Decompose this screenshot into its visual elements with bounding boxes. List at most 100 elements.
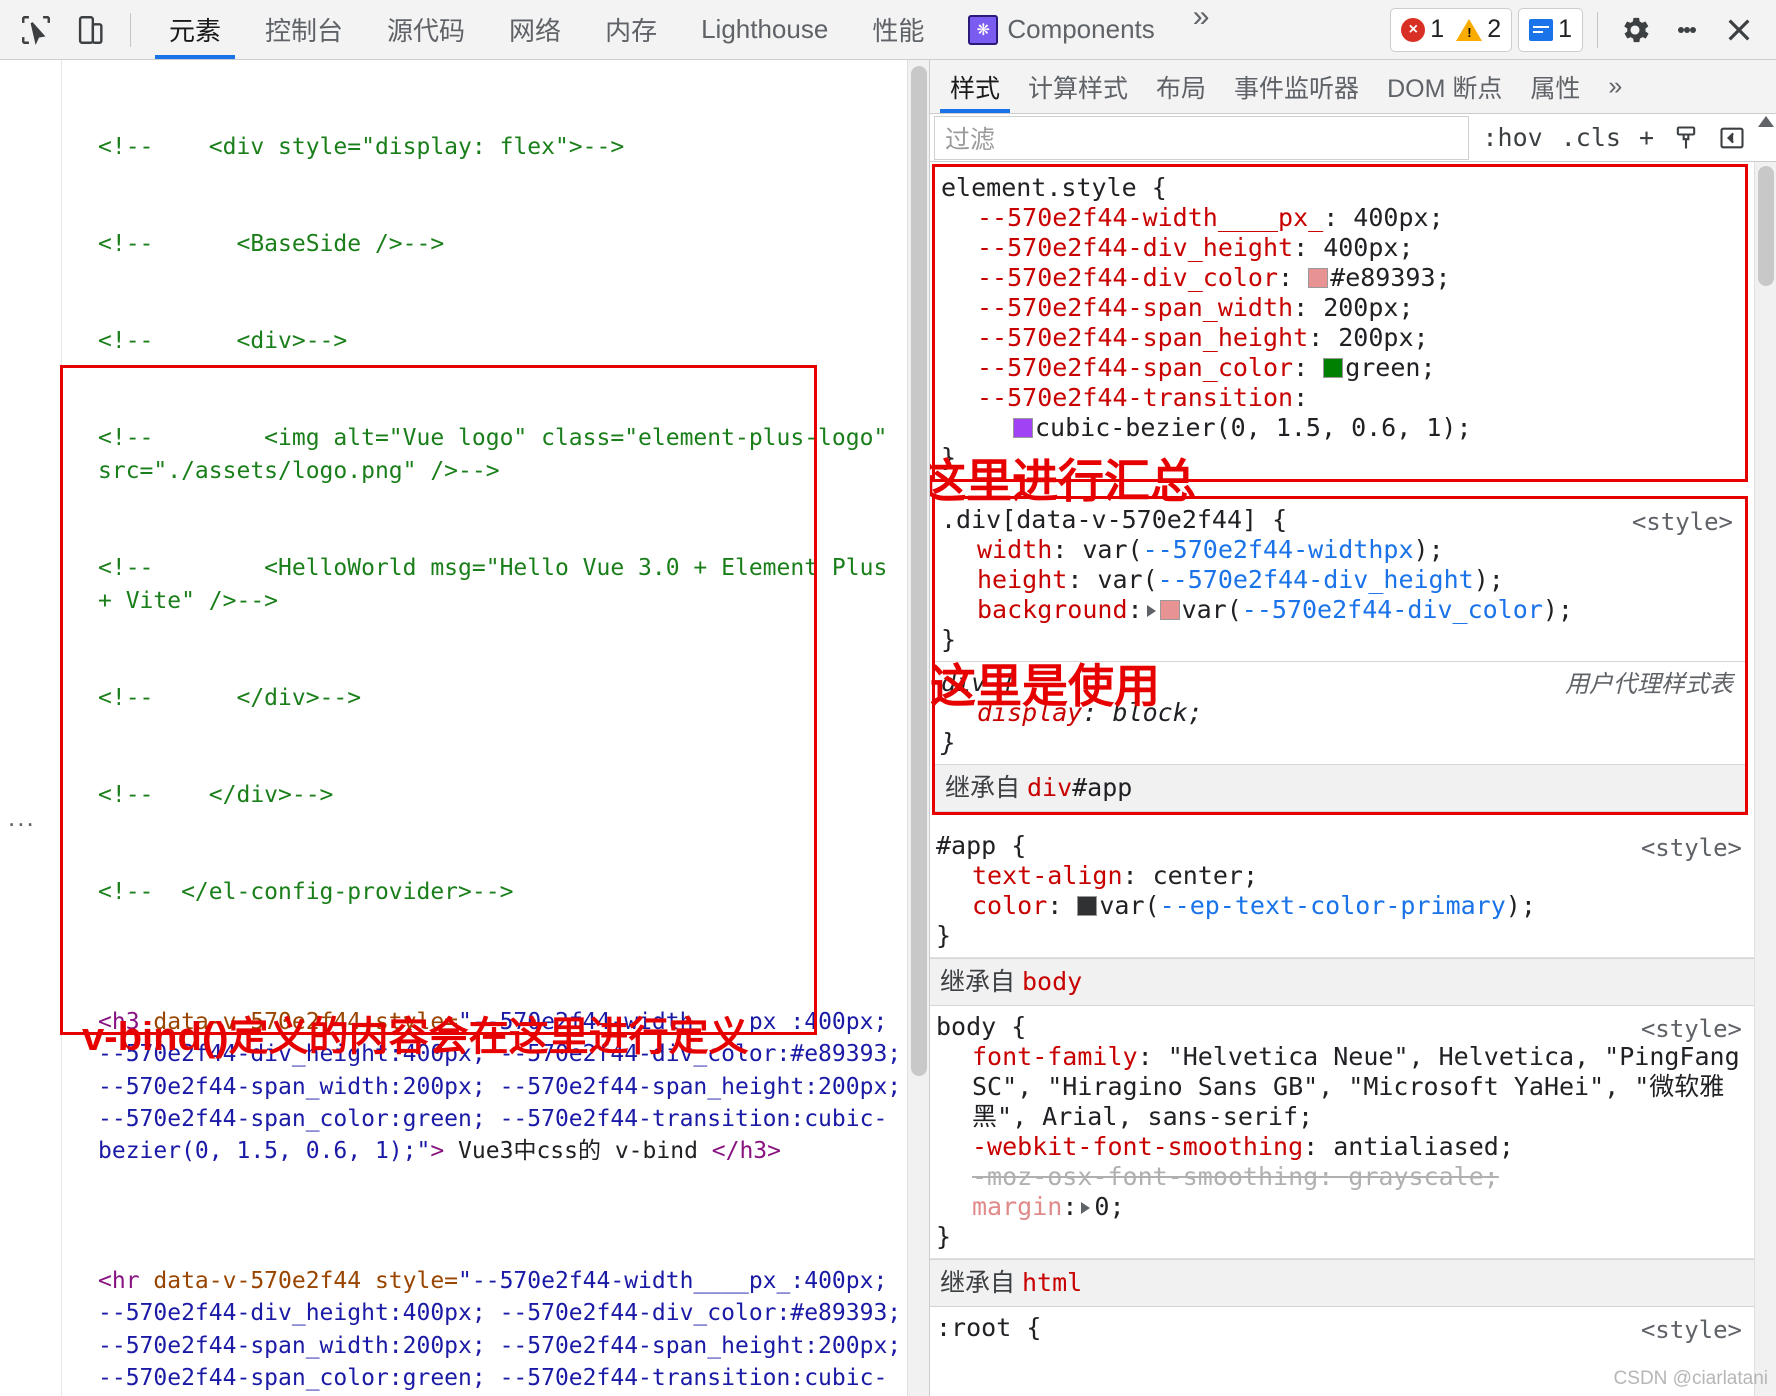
color-swatch[interactable] xyxy=(1308,268,1328,288)
css-rule-body[interactable]: <style> body { font-family: "Helvetica N… xyxy=(930,1006,1754,1259)
message-counter[interactable]: 1 xyxy=(1518,8,1583,52)
tab-label: 内存 xyxy=(605,11,657,48)
expand-arrow-icon[interactable] xyxy=(1081,1202,1090,1214)
dom-line-hr[interactable]: <hr data-v-570e2f44 style="--570e2f44-wi… xyxy=(62,1265,907,1396)
expand-arrow-icon[interactable] xyxy=(1147,605,1156,617)
dom-line[interactable]: <!-- <HelloWorld msg="Hello Vue 3.0 + El… xyxy=(62,552,907,617)
dom-gutter-ellipsis[interactable]: ... xyxy=(8,802,36,833)
styles-scrollbar-thumb[interactable] xyxy=(1758,166,1774,286)
css-declaration[interactable]: font-family: "Helvetica Neue", Helvetica… xyxy=(936,1042,1754,1132)
css-declaration[interactable]: --570e2f44-span_height: 200px; xyxy=(941,323,1745,353)
styles-more-tabs-icon[interactable]: » xyxy=(1594,60,1636,113)
scroll-up-arrow-icon[interactable] xyxy=(1758,116,1774,127)
devtools-main-split: <!-- <div style="display: flex">--> <!--… xyxy=(0,60,1776,1396)
hov-toggle[interactable]: :hov xyxy=(1479,123,1547,152)
tab-performance[interactable]: 性能 xyxy=(850,0,946,59)
tab-components[interactable]: ❋ Components xyxy=(946,0,1176,59)
tab-elements[interactable]: 元素 xyxy=(147,0,243,59)
css-declaration[interactable]: --570e2f44-div_height: 400px; xyxy=(941,233,1745,263)
dom-line[interactable]: <!-- </div>--> xyxy=(62,779,907,811)
prop-value: grayscale xyxy=(1348,1162,1483,1191)
css-rule-div-ua[interactable]: 用户代理样式表 div { display: block; } xyxy=(935,662,1745,764)
css-rule-div-scoped[interactable]: <style> .div[data-v-570e2f44] { width: v… xyxy=(935,499,1745,662)
css-declaration[interactable]: text-align: center; xyxy=(936,861,1754,891)
tab-memory[interactable]: 内存 xyxy=(583,0,679,59)
css-declaration-disabled[interactable]: -moz-osx-font-smoothing: grayscale; xyxy=(936,1162,1754,1192)
close-icon[interactable] xyxy=(1716,7,1762,53)
paintbrush-icon[interactable] xyxy=(1668,120,1704,156)
css-declaration[interactable]: --570e2f44-transition: xyxy=(941,383,1745,413)
css-declaration[interactable]: --570e2f44-span_width: 200px; xyxy=(941,293,1745,323)
tab-styles[interactable]: 样式 xyxy=(936,60,1014,113)
tab-properties[interactable]: 属性 xyxy=(1516,60,1594,113)
inherited-target[interactable]: body xyxy=(1022,967,1082,996)
css-declaration[interactable]: width: var(var(--570e2f44-widthpx)--570e… xyxy=(941,535,1745,565)
css-declaration[interactable]: --570e2f44-width____px_: 400px; xyxy=(941,203,1745,233)
css-rules-list[interactable]: element.style { --570e2f44-width____px_:… xyxy=(930,162,1754,1396)
dom-scrollbar-thumb[interactable] xyxy=(911,66,927,1076)
color-swatch[interactable] xyxy=(1323,358,1343,378)
dom-line[interactable]: <!-- <BaseSide />--> xyxy=(62,228,907,260)
rule-selector[interactable]: element.style xyxy=(941,173,1137,202)
cls-toggle[interactable]: .cls xyxy=(1557,123,1625,152)
dom-line-h3[interactable]: <h3 data-v-570e2f44 style="--570e2f44-wi… xyxy=(62,1006,907,1168)
inspect-cursor-icon[interactable] xyxy=(16,10,56,50)
more-options-icon[interactable] xyxy=(1664,7,1710,53)
device-toolbar-icon[interactable] xyxy=(70,10,110,50)
rule-selector[interactable]: div { xyxy=(941,668,1016,697)
collapse-panel-icon[interactable] xyxy=(1714,120,1750,156)
rule-source[interactable]: <style> xyxy=(1641,1014,1742,1044)
dom-line[interactable]: <!-- </div>--> xyxy=(62,682,907,714)
prop-name: --570e2f44-span_height xyxy=(977,323,1308,352)
css-rule-app[interactable]: <style> #app { text-align: center; color… xyxy=(930,825,1754,958)
css-declaration-value-wrap[interactable]: cubic-bezier(0, 1.5, 0.6, 1); xyxy=(941,413,1745,443)
css-declaration[interactable]: color: var(--ep-text-color-primary); xyxy=(936,891,1754,921)
tab-event-listeners[interactable]: 事件监听器 xyxy=(1220,60,1373,113)
rule-source[interactable]: <style> xyxy=(1641,833,1742,863)
css-declaration[interactable]: -webkit-font-smoothing: antialiased; xyxy=(936,1132,1754,1162)
dom-line[interactable]: <!-- <div style="display: flex">--> xyxy=(62,131,907,163)
tab-dom-breakpoints[interactable]: DOM 断点 xyxy=(1373,60,1516,113)
add-style-rule-button[interactable]: + xyxy=(1635,123,1658,152)
rule-selector[interactable]: #app xyxy=(936,831,996,860)
tab-computed[interactable]: 计算样式 xyxy=(1014,60,1142,113)
warning-counter[interactable]: 2 xyxy=(1456,15,1501,44)
more-tabs-icon[interactable]: » xyxy=(1177,0,1226,59)
dom-tree[interactable]: <!-- <div style="display: flex">--> <!--… xyxy=(62,60,907,1396)
css-rule-root[interactable]: <style> :root { xyxy=(930,1307,1754,1349)
color-swatch[interactable] xyxy=(1160,600,1180,620)
rule-source[interactable]: <style> xyxy=(1641,1315,1742,1345)
tab-layout[interactable]: 布局 xyxy=(1142,60,1220,113)
css-declaration[interactable]: background:var(--570e2f44-div_color); xyxy=(941,595,1745,625)
tab-console[interactable]: 控制台 xyxy=(243,0,365,59)
dom-scrollbar[interactable] xyxy=(907,60,929,1396)
tab-network[interactable]: 网络 xyxy=(487,0,583,59)
issue-counters[interactable]: × 1 2 xyxy=(1390,8,1512,52)
rule-selector[interactable]: body xyxy=(936,1012,996,1041)
rule-selector[interactable]: :root xyxy=(936,1313,1011,1342)
dom-line[interactable]: <!-- <img alt="Vue logo" class="element-… xyxy=(62,422,907,487)
css-declaration[interactable]: --570e2f44-span_color: green; xyxy=(941,353,1745,383)
tab-lighthouse[interactable]: Lighthouse xyxy=(679,0,850,59)
css-declaration[interactable]: --570e2f44-div_color: #e89393; xyxy=(941,263,1745,293)
css-rule-element-style[interactable]: element.style { --570e2f44-width____px_:… xyxy=(932,164,1748,482)
inherited-target[interactable]: div xyxy=(1027,773,1072,802)
inherited-target[interactable]: html xyxy=(1022,1268,1082,1297)
bezier-swatch[interactable] xyxy=(1013,418,1033,438)
css-declaration[interactable]: display: block; xyxy=(941,698,1745,728)
styles-scrollbar[interactable] xyxy=(1754,162,1776,1396)
tab-sources[interactable]: 源代码 xyxy=(365,0,487,59)
color-swatch[interactable] xyxy=(1077,896,1097,916)
css-declaration[interactable]: height: var(--570e2f44-div_height); xyxy=(941,565,1745,595)
dom-line[interactable]: <!-- <div>--> xyxy=(62,325,907,357)
tab-label: 性能 xyxy=(872,11,924,48)
filter-input[interactable]: 过滤 xyxy=(934,116,1469,160)
prop-name: width xyxy=(977,535,1052,564)
dom-line[interactable]: <!-- </el-config-provider>--> xyxy=(62,876,907,908)
rule-selector[interactable]: .div[data-v-570e2f44] xyxy=(941,505,1257,534)
css-declaration[interactable]: margin:0; xyxy=(936,1192,1754,1222)
inherited-target-id[interactable]: #app xyxy=(1072,773,1132,802)
error-counter[interactable]: × 1 xyxy=(1401,15,1444,44)
rule-source[interactable]: <style> xyxy=(1632,507,1733,537)
gear-icon[interactable] xyxy=(1612,7,1658,53)
